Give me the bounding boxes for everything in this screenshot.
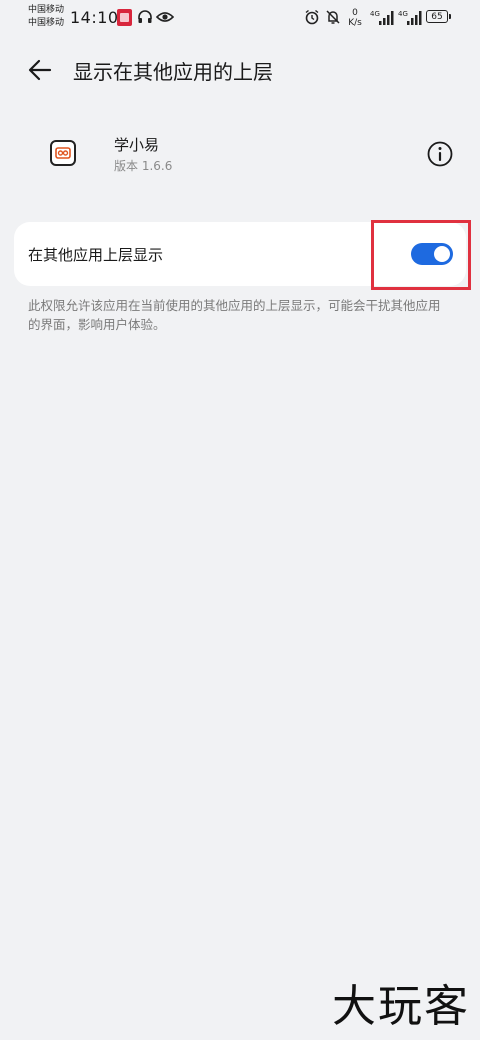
signal-icon	[379, 11, 394, 25]
overlay-permission-label: 在其他应用上层显示	[28, 246, 164, 264]
mute-icon	[326, 10, 340, 24]
status-time: 14:10	[70, 8, 119, 27]
app-bar: 显示在其他应用的上层	[0, 48, 480, 92]
battery-icon: 65	[426, 10, 451, 23]
status-bar: 中国移动 中国移动 14:10 0 K/s 4G 4G 65	[0, 0, 480, 36]
page-title: 显示在其他应用的上层	[73, 60, 273, 84]
carrier-2: 中国移动	[28, 18, 65, 28]
info-icon[interactable]	[426, 140, 454, 168]
app-info: 学小易 版本 1.6.6	[0, 128, 480, 184]
app-notification-icon	[117, 9, 132, 26]
app-name: 学小易	[114, 136, 160, 154]
carrier-1: 中国移动	[28, 5, 65, 15]
permission-description: 此权限允许该应用在当前使用的其他应用的上层显示，可能会干扰其他应用的界面，影响用…	[28, 298, 441, 332]
app-version: 版本 1.6.6	[114, 159, 173, 173]
alarm-icon	[305, 9, 319, 25]
app-logo-icon	[50, 140, 76, 166]
watermark-logo: 大玩客	[332, 981, 470, 1032]
headphones-icon	[138, 10, 152, 23]
net-speed: 0 K/s	[348, 8, 362, 28]
highlight-annotation-box	[371, 220, 471, 290]
signal-icon	[407, 11, 422, 25]
eye-icon	[156, 12, 174, 22]
arrow-left-icon[interactable]	[24, 54, 56, 86]
